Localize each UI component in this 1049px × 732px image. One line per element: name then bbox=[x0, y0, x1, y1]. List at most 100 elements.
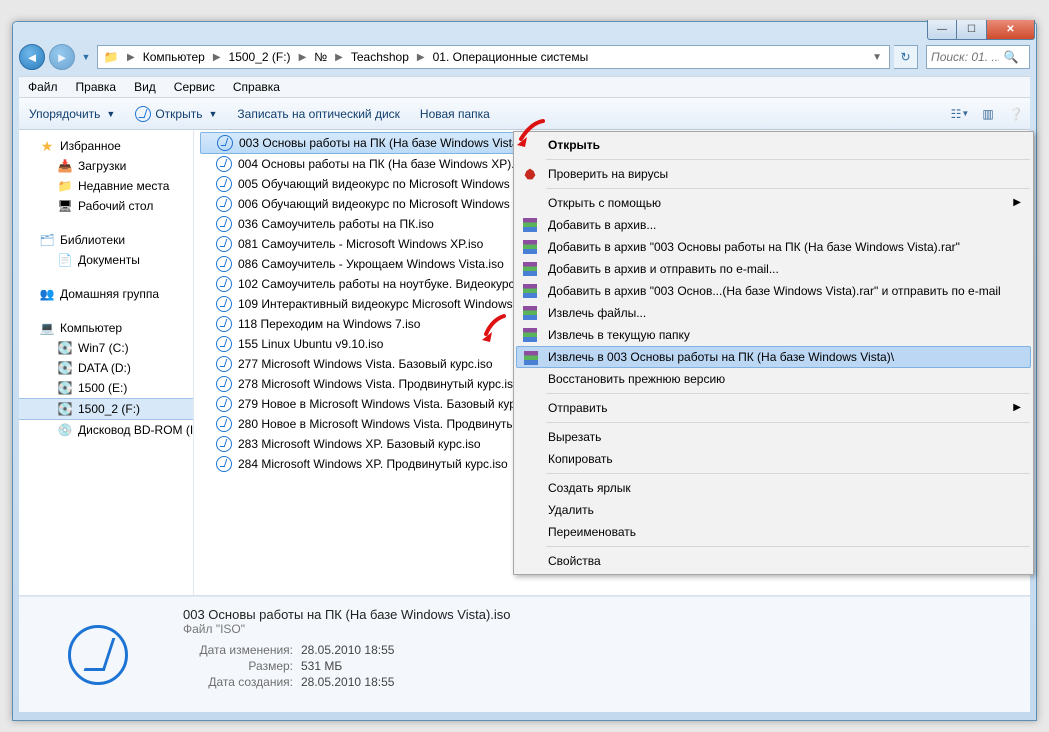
drive-icon: 💽 bbox=[57, 401, 73, 417]
open-button[interactable]: Открыть▼ bbox=[125, 102, 227, 126]
ctx-shortcut[interactable]: Создать ярлык bbox=[516, 477, 1031, 499]
chevron-right-icon[interactable]: ▶ bbox=[294, 52, 312, 63]
breadcrumb-1[interactable]: 1500_2 (F:) bbox=[226, 49, 294, 65]
ctx-extract-here[interactable]: Извлечь в текущую папку bbox=[516, 324, 1031, 346]
tree-documents[interactable]: 📄Документы bbox=[19, 250, 193, 270]
tree-drive-f[interactable]: 💽1500_2 (F:) bbox=[19, 398, 193, 420]
chevron-right-icon: ▶ bbox=[1013, 197, 1021, 208]
file-name: 003 Основы работы на ПК (На базе Windows… bbox=[239, 136, 541, 150]
iso-icon bbox=[216, 196, 232, 212]
ctx-add-archive[interactable]: Добавить в архив... bbox=[516, 214, 1031, 236]
preview-pane-button[interactable]: ▥ bbox=[974, 102, 1002, 126]
tree-desktop[interactable]: 🖥Рабочий стол bbox=[19, 196, 193, 216]
ctx-copy[interactable]: Копировать bbox=[516, 448, 1031, 470]
iso-icon bbox=[216, 376, 232, 392]
ctx-extract[interactable]: Извлечь файлы... bbox=[516, 302, 1031, 324]
ctx-add-rar[interactable]: Добавить в архив "003 Основы работы на П… bbox=[516, 236, 1031, 258]
address-bar[interactable]: 📁 ▶ Компьютер ▶ 1500_2 (F:) ▶ № ▶ Teachs… bbox=[97, 45, 890, 69]
chevron-right-icon[interactable]: ▶ bbox=[122, 52, 140, 63]
iso-icon bbox=[216, 416, 232, 432]
forward-button[interactable]: ► bbox=[49, 44, 75, 70]
ctx-open-with[interactable]: Открыть с помощью▶ bbox=[516, 192, 1031, 214]
chevron-right-icon[interactable]: ▶ bbox=[208, 52, 226, 63]
file-name: 279 Новое в Microsoft Windows Vista. Баз… bbox=[238, 397, 534, 411]
menu-file[interactable]: Файл bbox=[19, 77, 67, 97]
minimize-button[interactable]: ― bbox=[927, 20, 957, 40]
chevron-down-icon[interactable]: ▼ bbox=[867, 52, 887, 63]
ctx-send[interactable]: Отправить▶ bbox=[516, 397, 1031, 419]
tree-favorites[interactable]: ★Избранное bbox=[19, 136, 193, 156]
file-name: 283 Microsoft Windows XP. Базовый курс.i… bbox=[238, 437, 481, 451]
iso-icon bbox=[216, 176, 232, 192]
maximize-button[interactable]: ☐ bbox=[957, 20, 987, 40]
preview-icon bbox=[33, 607, 163, 703]
iso-icon bbox=[216, 156, 232, 172]
ctx-cut[interactable]: Вырезать bbox=[516, 426, 1031, 448]
ctx-properties[interactable]: Свойства bbox=[516, 550, 1031, 572]
winrar-icon bbox=[523, 350, 539, 366]
new-folder-button[interactable]: Новая папка bbox=[410, 103, 500, 125]
chevron-right-icon[interactable]: ▶ bbox=[330, 52, 348, 63]
tree-drive-bdrom[interactable]: 💿Дисковод BD-ROM (I bbox=[19, 420, 193, 440]
close-button[interactable]: ✕ bbox=[987, 20, 1035, 40]
iso-icon bbox=[217, 135, 233, 151]
details-modified-label: Дата изменения: bbox=[183, 643, 293, 657]
file-name: 109 Интерактивный видеокурс Microsoft Wi… bbox=[238, 297, 535, 311]
organize-button[interactable]: Упорядочить▼ bbox=[19, 103, 125, 125]
file-name: 006 Обучающий видеокурс по Microsoft Win… bbox=[238, 197, 529, 211]
search-input[interactable] bbox=[927, 50, 999, 64]
refresh-button[interactable]: ↻ bbox=[894, 45, 918, 69]
tree-recent[interactable]: 📁Недавние места bbox=[19, 176, 193, 196]
file-name: 280 Новое в Microsoft Windows Vista. Про… bbox=[238, 417, 536, 431]
winrar-icon bbox=[522, 261, 538, 277]
ctx-rename[interactable]: Переименовать bbox=[516, 521, 1031, 543]
tree-drive-c[interactable]: 💽Win7 (C:) bbox=[19, 338, 193, 358]
iso-icon bbox=[216, 256, 232, 272]
breadcrumb-2[interactable]: № bbox=[311, 49, 330, 65]
breadcrumb-0[interactable]: Компьютер bbox=[140, 49, 208, 65]
folder-icon: 📁 bbox=[57, 178, 73, 194]
details-size-label: Размер: bbox=[183, 659, 293, 673]
back-button[interactable]: ◄ bbox=[19, 44, 45, 70]
ctx-extract-to[interactable]: Извлечь в 003 Основы работы на ПК (На ба… bbox=[516, 346, 1031, 368]
ctx-restore[interactable]: Восстановить прежнюю версию bbox=[516, 368, 1031, 390]
ctx-virus-scan[interactable]: Проверить на вирусы bbox=[516, 163, 1031, 185]
iso-icon bbox=[216, 436, 232, 452]
menu-view[interactable]: Вид bbox=[125, 77, 165, 97]
menu-edit[interactable]: Правка bbox=[67, 77, 126, 97]
tree-drive-e[interactable]: 💽1500 (E:) bbox=[19, 378, 193, 398]
tree-computer[interactable]: 💻Компьютер bbox=[19, 318, 193, 338]
desktop-icon: 🖥 bbox=[57, 198, 73, 214]
file-name: 004 Основы работы на ПК (На базе Windows… bbox=[238, 157, 530, 171]
winrar-icon bbox=[522, 305, 538, 321]
search-icon[interactable]: 🔍 bbox=[999, 50, 1023, 64]
history-dropdown[interactable]: ▼ bbox=[79, 52, 93, 62]
help-button[interactable]: ❔ bbox=[1002, 102, 1030, 126]
burn-button[interactable]: Записать на оптический диск bbox=[227, 103, 410, 125]
tree-libraries[interactable]: 🗂Библиотеки bbox=[19, 230, 193, 250]
details-pane: 003 Основы работы на ПК (На базе Windows… bbox=[19, 596, 1030, 712]
tree-homegroup[interactable]: 👥Домашняя группа bbox=[19, 284, 193, 304]
ctx-delete[interactable]: Удалить bbox=[516, 499, 1031, 521]
search-box[interactable]: 🔍 bbox=[926, 45, 1030, 69]
tree-drive-d[interactable]: 💽DATA (D:) bbox=[19, 358, 193, 378]
chevron-right-icon[interactable]: ▶ bbox=[412, 52, 430, 63]
iso-icon bbox=[216, 336, 232, 352]
iso-icon bbox=[216, 456, 232, 472]
view-mode-button[interactable]: ☷ ▼ bbox=[946, 102, 974, 126]
daemon-icon bbox=[68, 625, 128, 685]
ctx-add-rar-email[interactable]: Добавить в архив "003 Основ...(На базе W… bbox=[516, 280, 1031, 302]
breadcrumb-3[interactable]: Teachshop bbox=[348, 49, 412, 65]
ctx-add-email[interactable]: Добавить в архив и отправить по e-mail..… bbox=[516, 258, 1031, 280]
file-name: 278 Microsoft Windows Vista. Продвинутый… bbox=[238, 377, 520, 391]
ctx-open[interactable]: Открыть bbox=[516, 134, 1031, 156]
winrar-icon bbox=[522, 217, 538, 233]
details-created-label: Дата создания: bbox=[183, 675, 293, 689]
details-filetype: Файл "ISO" bbox=[183, 622, 511, 636]
menu-help[interactable]: Справка bbox=[224, 77, 289, 97]
tree-downloads[interactable]: 📥Загрузки bbox=[19, 156, 193, 176]
folder-icon: 📁 bbox=[102, 48, 120, 66]
breadcrumb-4[interactable]: 01. Операционные системы bbox=[430, 49, 592, 65]
menu-service[interactable]: Сервис bbox=[165, 77, 224, 97]
winrar-icon bbox=[522, 283, 538, 299]
